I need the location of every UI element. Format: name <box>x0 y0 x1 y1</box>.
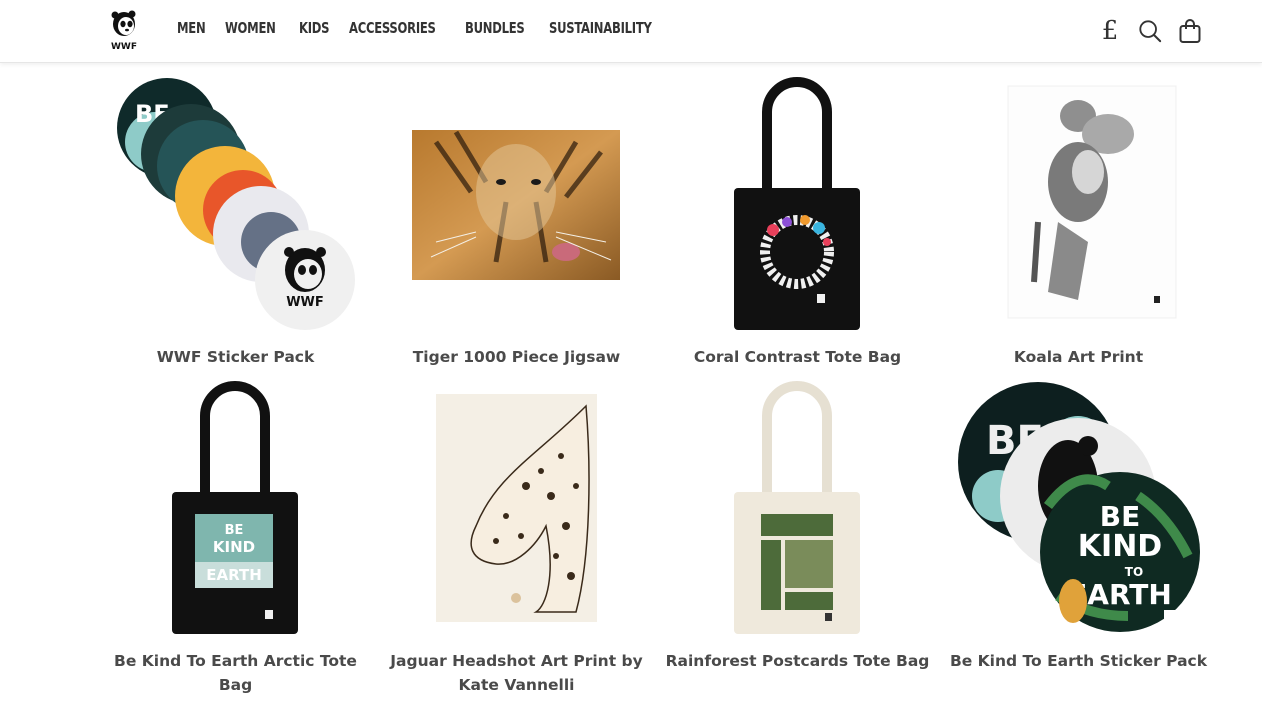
nav-item-kids[interactable]: KIDS <box>299 19 330 37</box>
nav-item-women[interactable]: WOMEN <box>225 19 276 37</box>
product-title[interactable]: WWF Sticker Pack <box>95 345 376 369</box>
product-image-tiger-jigsaw <box>412 130 620 280</box>
svg-text:KIND: KIND <box>1078 529 1162 564</box>
shopping-bag-icon <box>1179 19 1201 43</box>
product-image-bekind-stickers: BE BE KIND TO EARTH <box>958 382 1200 632</box>
nav-item-sustainability[interactable]: SUSTAINABILITY <box>549 19 652 37</box>
product-image-koala-print <box>1007 85 1177 319</box>
nav-item-men[interactable]: MEN <box>177 19 206 37</box>
pound-icon: £ <box>1101 16 1119 46</box>
nav-item-accessories[interactable]: ACCESSORIES <box>349 19 436 37</box>
svg-text:TO: TO <box>1125 565 1143 579</box>
header-actions: £ <box>1098 14 1202 48</box>
wwf-logo[interactable]: WWF <box>108 10 140 52</box>
nav-item-bundles[interactable]: BUNDLES <box>465 19 525 37</box>
svg-text:EARTH: EARTH <box>206 566 262 584</box>
product-title[interactable]: Be Kind To Earth Sticker Pack <box>938 649 1219 673</box>
product-title[interactable]: Jaguar Headshot Art Print by Kate Vannel… <box>376 649 657 697</box>
panda-logo-icon: WWF <box>111 10 137 52</box>
cart-button[interactable] <box>1178 14 1202 48</box>
product-image-coral-tote <box>734 77 860 330</box>
svg-text:WWF: WWF <box>286 295 324 310</box>
product-title[interactable]: Rainforest Postcards Tote Bag <box>657 649 938 673</box>
product-image-jaguar-print <box>436 394 597 622</box>
search-icon <box>1139 20 1162 43</box>
site-header: WWF MEN WOMEN KIDS ACCESSORIES BUNDLES S… <box>0 0 1262 63</box>
product-image-rainforest-tote <box>734 381 860 634</box>
svg-text:BE: BE <box>225 523 244 538</box>
product-title[interactable]: Be Kind To Earth Arctic Tote Bag <box>95 649 376 697</box>
svg-text:KIND: KIND <box>213 538 255 556</box>
product-image-arctic-tote: BE KIND EARTH <box>172 381 298 634</box>
product-title[interactable]: Tiger 1000 Piece Jigsaw <box>376 345 657 369</box>
search-button[interactable] <box>1138 14 1162 48</box>
product-title[interactable]: Koala Art Print <box>938 345 1219 369</box>
svg-text:WWF: WWF <box>111 42 137 52</box>
product-image-sticker-pack: BE WWF <box>117 78 355 330</box>
product-title[interactable]: Coral Contrast Tote Bag <box>657 345 938 369</box>
currency-selector[interactable]: £ <box>1098 14 1122 48</box>
main-nav: MEN WOMEN KIDS ACCESSORIES BUNDLES SUSTA… <box>177 19 668 37</box>
